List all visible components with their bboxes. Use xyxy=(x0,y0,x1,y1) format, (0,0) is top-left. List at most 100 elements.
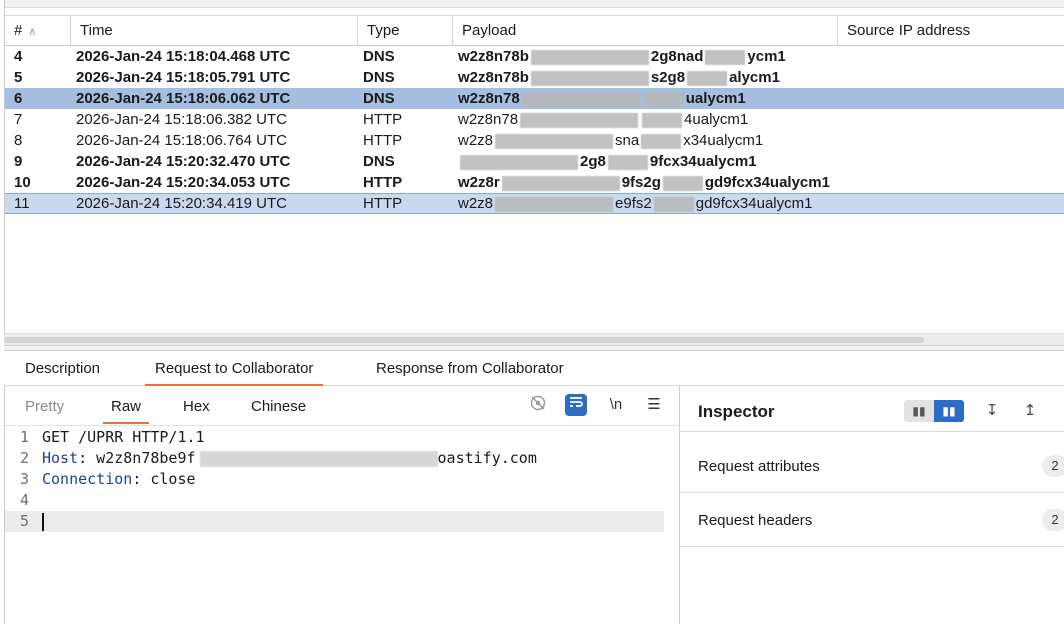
column-time-label: Time xyxy=(80,22,113,39)
redacted-block xyxy=(643,91,684,107)
sort-ascending-icon: ∧ xyxy=(28,26,37,38)
column-header-source-ip[interactable]: Source IP address xyxy=(838,16,1064,46)
editor-view-tabs: Pretty Raw Hex Chinese \n ☰ xyxy=(5,386,679,426)
payload-suffix: ycm1 xyxy=(747,48,786,65)
tab-description[interactable]: Description xyxy=(25,351,100,386)
line-number: 4 xyxy=(19,491,29,509)
interactions-table: # ∧ Time Type Payload Source IP address 4… xyxy=(4,0,1064,345)
request-line-text: GET /UPRR HTTP/1.1 xyxy=(42,428,205,446)
payload-middle: s2g8 xyxy=(650,69,686,86)
line-number: 2 xyxy=(19,449,29,467)
table-row[interactable]: 9 2026-Jan-24 15:20:32.470 UTC DNS 2g8 9fcx3… xyxy=(5,151,1064,172)
payload-middle: e9fs2 xyxy=(615,195,652,212)
payload-middle: sna xyxy=(615,132,640,149)
row-type: DNS xyxy=(363,48,395,65)
view-chinese-tab[interactable]: Chinese xyxy=(251,394,306,420)
row-time: 2026-Jan-24 15:20:34.419 UTC xyxy=(76,195,287,212)
inspector-panel: Inspector ▮▮ ▮▮ ↧ ↥ Request attributes 2… xyxy=(680,386,1064,624)
inspector-header: Inspector ▮▮ ▮▮ ↧ ↥ xyxy=(680,386,1064,432)
payload-middle: 2g8 xyxy=(580,153,606,170)
row-payload: w2z8 sna x34ualycm1 xyxy=(458,130,838,151)
table-horizontal-scrollbar[interactable] xyxy=(4,333,1064,345)
host-header-text: Host: w2z8n78be9f oastify.com xyxy=(42,448,537,469)
detail-tabs: Description Request to Collaborator Resp… xyxy=(4,351,1064,386)
redacted-block xyxy=(641,133,682,149)
row-time: 2026-Jan-24 15:18:05.791 UTC xyxy=(76,69,291,86)
payload-suffix: gd9fcx34ualycm1 xyxy=(704,174,830,191)
header-value: : close xyxy=(132,470,196,488)
row-payload: w2z8n78 ualycm1 xyxy=(458,88,838,109)
current-line[interactable]: 5 xyxy=(5,511,664,532)
row-number: 5 xyxy=(14,69,23,86)
payload-prefix: w2z8 xyxy=(458,132,494,149)
row-payload: w2z8n78 4ualycm1 xyxy=(458,109,838,130)
collapse-all-icon[interactable]: ↥ xyxy=(1020,400,1040,422)
redacted-block xyxy=(662,175,703,191)
column-header-payload[interactable]: Payload xyxy=(453,16,838,46)
table-row[interactable]: 10 2026-Jan-24 15:20:34.053 UTC HTTP w2z8r 9… xyxy=(5,172,1064,193)
table-row[interactable]: 6 2026-Jan-24 15:18:06.062 UTC DNS w2z8n78 u… xyxy=(5,88,1064,109)
table-row[interactable]: 5 2026-Jan-24 15:18:05.791 UTC DNS w2z8n78b… xyxy=(5,67,1064,88)
request-lines[interactable]: 1 GET /UPRR HTTP/1.1 2 Host: w2z8n78be9f… xyxy=(5,427,679,532)
request-editor: Pretty Raw Hex Chinese \n ☰ 1 GET /UPRR … xyxy=(4,386,680,624)
row-type: HTTP xyxy=(363,111,403,128)
connection-header-text: Connection: close xyxy=(42,469,196,490)
column-header-type[interactable]: Type xyxy=(358,16,453,46)
empty-line: 4 xyxy=(5,490,679,511)
section-count-badge: 2 xyxy=(1042,455,1064,477)
show-newlines-icon[interactable]: \n xyxy=(605,394,627,416)
line-number: 1 xyxy=(19,428,29,446)
column-header-number[interactable]: # ∧ xyxy=(5,16,71,46)
row-time: 2026-Jan-24 15:18:06.062 UTC xyxy=(76,90,291,107)
row-payload: w2z8 e9fs2 gd9fcx34ualycm1 xyxy=(458,194,838,213)
section-label: Request attributes xyxy=(698,458,820,475)
tab-request-to-collaborator[interactable]: Request to Collaborator xyxy=(144,351,324,386)
table-row[interactable]: 8 2026-Jan-24 15:18:06.764 UTC HTTP w2z8 sna… xyxy=(5,130,1064,151)
row-number: 10 xyxy=(14,174,31,191)
request-line: 1 GET /UPRR HTTP/1.1 xyxy=(5,427,679,448)
view-hex-tab[interactable]: Hex xyxy=(183,394,210,420)
payload-suffix: 9fcx34ualycm1 xyxy=(649,153,757,170)
row-time: 2026-Jan-24 15:20:34.053 UTC xyxy=(76,174,291,191)
row-payload: w2z8n78b 2g8nad ycm1 xyxy=(458,46,838,67)
scrollbar-thumb[interactable] xyxy=(4,337,924,343)
view-raw-tab[interactable]: Raw xyxy=(102,394,150,424)
row-time: 2026-Jan-24 15:18:06.764 UTC xyxy=(76,132,287,149)
inspector-request-attributes[interactable]: Request attributes 2 xyxy=(680,440,1064,493)
section-count-badge: 2 xyxy=(1042,509,1064,531)
payload-prefix: w2z8n78b xyxy=(458,48,529,65)
row-number: 6 xyxy=(14,90,23,107)
row-number: 7 xyxy=(14,111,23,128)
redacted-block xyxy=(687,70,728,86)
column-type-label: Type xyxy=(367,22,400,39)
inspector-title: Inspector xyxy=(698,402,775,421)
host-header-line: 2 Host: w2z8n78be9f oastify.com xyxy=(5,448,679,469)
row-type: DNS xyxy=(363,90,395,107)
row-type: DNS xyxy=(363,153,395,170)
layout-right-icon[interactable]: ▮▮ xyxy=(934,400,964,422)
redacted-block xyxy=(607,154,648,170)
row-payload: 2g8 9fcx34ualycm1 xyxy=(458,151,838,172)
table-row[interactable]: 4 2026-Jan-24 15:18:04.468 UTC DNS w2z8n78b… xyxy=(5,46,1064,67)
view-pretty-tab[interactable]: Pretty xyxy=(25,394,64,420)
header-value-tail: oastify.com xyxy=(437,449,537,467)
table-row[interactable]: 7 2026-Jan-24 15:18:06.382 UTC HTTP w2z8n78… xyxy=(5,109,1064,130)
editor-menu-icon[interactable]: ☰ xyxy=(643,394,665,416)
redacted-block xyxy=(199,450,438,467)
word-wrap-icon[interactable] xyxy=(565,394,587,416)
layout-left-icon[interactable]: ▮▮ xyxy=(904,400,934,422)
payload-suffix: 4ualycm1 xyxy=(684,111,749,128)
header-value: : w2z8n78be9f xyxy=(78,449,196,467)
redacted-block xyxy=(705,49,746,65)
row-time: 2026-Jan-24 15:18:06.382 UTC xyxy=(76,111,287,128)
expand-all-icon[interactable]: ↧ xyxy=(982,400,1002,422)
payload-suffix: gd9fcx34ualycm1 xyxy=(695,195,813,212)
connection-header-line: 3 Connection: close xyxy=(5,469,679,490)
inspector-request-headers[interactable]: Request headers 2 xyxy=(680,494,1064,547)
column-header-time[interactable]: Time xyxy=(71,16,358,46)
table-row[interactable]: 11 2026-Jan-24 15:20:34.419 UTC HTTP w2z8 e9… xyxy=(5,193,1064,214)
tab-response-from-collaborator[interactable]: Response from Collaborator xyxy=(376,351,564,386)
row-number: 11 xyxy=(14,195,30,212)
hide-nonprintable-icon[interactable] xyxy=(527,394,549,416)
redacted-block xyxy=(460,154,578,170)
